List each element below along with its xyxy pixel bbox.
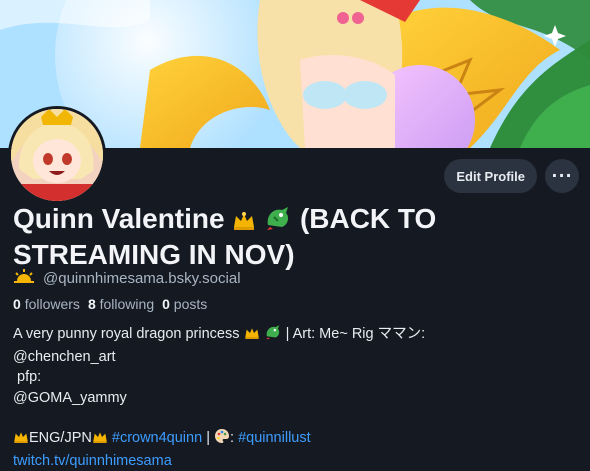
following-stat[interactable]: 8 following [88, 296, 154, 312]
hashtag-quinnillust[interactable]: #quinnillust [238, 430, 311, 446]
handle-row: @quinnhimesama.bsky.social [13, 268, 241, 288]
posts-count: 0 [162, 296, 170, 312]
bio-line-2: @chenchen_art [13, 347, 583, 368]
ellipsis-icon: ··· [551, 166, 572, 185]
edit-profile-button[interactable]: Edit Profile [444, 159, 537, 193]
bio-text-1b: | Art: Me~ Rig ママン: [286, 326, 426, 342]
crown-icon [92, 430, 108, 451]
handle[interactable]: @quinnhimesama.bsky.social [43, 270, 241, 287]
crown-icon [244, 326, 260, 347]
bio-line-3: pfp: [13, 367, 583, 388]
profile-stats: 0 followers 8 following 0 posts [13, 296, 207, 312]
posts-stat: 0 posts [162, 296, 207, 312]
followers-count: 0 [13, 296, 21, 312]
bio-line-7: twitch.tv/quinnhimesama [13, 451, 583, 471]
bio-lang: ENG/JPN [29, 430, 92, 446]
following-count: 8 [88, 296, 96, 312]
bio-line-1: A very punny royal dragon princess | Art… [13, 324, 583, 347]
followers-stat[interactable]: 0 followers [13, 296, 80, 312]
crown-icon [13, 430, 29, 451]
following-label: following [100, 296, 154, 312]
crown-icon [232, 205, 256, 238]
profile-bio: A very punny royal dragon princess | Art… [13, 324, 583, 471]
bio-text-1: A very punny royal dragon princess [13, 326, 240, 342]
dragon-icon [264, 324, 282, 347]
dragon-icon [264, 205, 292, 238]
profile-actions: Edit Profile ··· [444, 159, 579, 193]
bio-line-6: ENG/JPN #crown4quinn | : #quinnillust [13, 428, 583, 451]
sunrise-icon [13, 268, 35, 288]
posts-label: posts [174, 296, 207, 312]
display-name-part-3: STREAMING IN NOV) [13, 239, 295, 270]
display-name-part-2: (BACK TO [300, 203, 436, 234]
hashtag-crown4quinn[interactable]: #crown4quinn [112, 430, 202, 446]
display-name-part-1: Quinn Valentine [13, 203, 225, 234]
palette-icon [214, 428, 230, 451]
bio-separator: | [206, 430, 210, 446]
twitch-link[interactable]: twitch.tv/quinnhimesama [13, 453, 172, 469]
avatar-image [11, 109, 103, 201]
more-options-button[interactable]: ··· [545, 159, 579, 193]
avatar[interactable] [8, 106, 106, 204]
bio-colon: : [230, 430, 234, 446]
followers-label: followers [25, 296, 80, 312]
bio-line-4: @GOMA_yammy [13, 388, 583, 409]
display-name: Quinn Valentine (BACK TO STREAMING IN NO… [13, 202, 533, 271]
bio-blank-line [13, 408, 583, 428]
